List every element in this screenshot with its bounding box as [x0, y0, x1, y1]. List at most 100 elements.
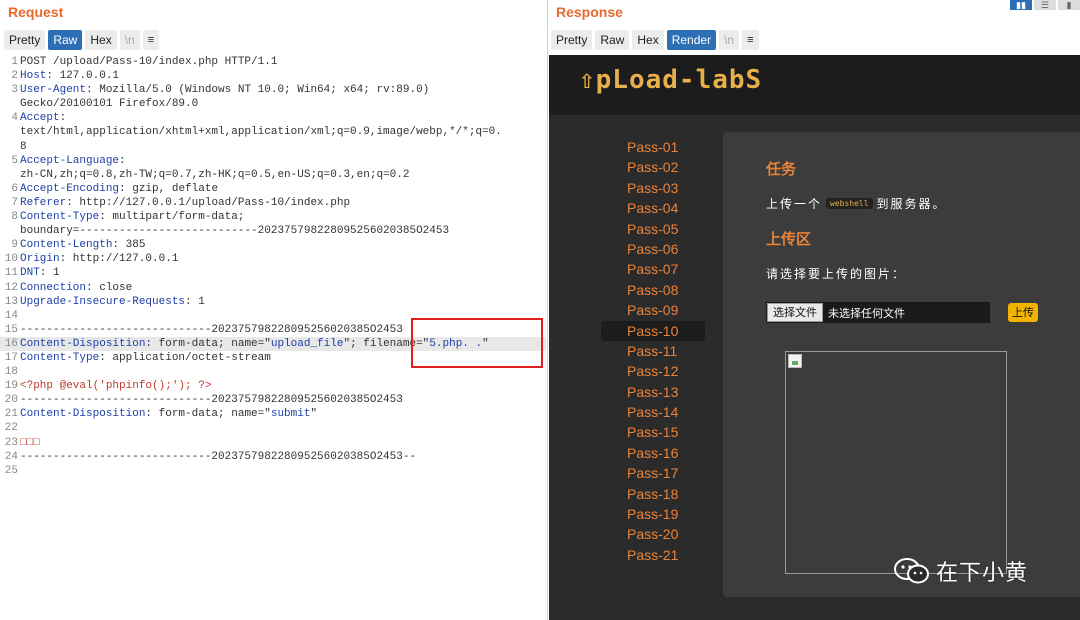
code-token: Origin — [20, 253, 60, 266]
pass-item[interactable]: Pass-01 — [601, 137, 705, 157]
line-text: -----------------------------20237579822… — [20, 393, 403, 407]
content-panel: 任务 上传一个 webshell 到服务器。 上传区 请选择要上传的图片： 选择… — [723, 132, 1080, 597]
horizontal-view-icon[interactable]: ☰ — [1034, 0, 1056, 10]
code-token: □□□ — [20, 436, 40, 449]
code-token: : form-data; name=" — [145, 408, 271, 421]
request-tab-pretty[interactable]: Pretty — [4, 30, 46, 50]
pass-item[interactable]: Pass-08 — [601, 280, 705, 300]
request-tab-menu[interactable]: ≡ — [142, 30, 160, 50]
code-line: 20 -----------------------------202375798… — [0, 393, 546, 407]
line-number: 16 — [4, 337, 18, 350]
line-text: -----------------------------20237579822… — [20, 323, 403, 337]
response-tab-hex[interactable]: Hex — [632, 30, 664, 50]
pass-item[interactable]: Pass-05 — [601, 219, 705, 239]
pass-item[interactable]: Pass-12 — [601, 361, 705, 381]
request-pane: Request Pretty Raw Hex \n ≡ 1 POST /upload/Pa… — [0, 0, 548, 620]
pass-item[interactable]: Pass-09 — [601, 300, 705, 320]
line-number: 22 — [4, 422, 18, 435]
pass-item[interactable]: Pass-20 — [601, 524, 705, 544]
code-token: : multipart/form-data; — [99, 211, 245, 224]
code-line: 6 Accept-Encoding: gzip, deflate — [0, 182, 546, 196]
response-tab-raw[interactable]: Raw — [595, 30, 630, 50]
pass-item[interactable]: Pass-04 — [601, 198, 705, 218]
line-number: 11 — [4, 267, 18, 280]
task-description: 上传一个 webshell 到服务器。 — [766, 195, 947, 212]
line-number — [0, 168, 20, 182]
task-text-before: 上传一个 — [766, 197, 823, 211]
code-line: boundary=---------------------------2023… — [0, 224, 546, 238]
response-tab-render[interactable]: Render — [666, 30, 717, 50]
request-tabbar: Pretty Raw Hex \n ≡ — [4, 30, 160, 50]
split-view-icon[interactable]: ▮▮ — [1010, 0, 1032, 10]
pass-item[interactable]: Pass-10 — [601, 320, 705, 341]
code-token: User-Agent — [20, 84, 87, 97]
pass-item[interactable]: Pass-15 — [601, 422, 705, 442]
code-token: Content-Type — [20, 351, 100, 364]
line-text: boundary=---------------------------2023… — [20, 224, 449, 238]
task-heading: 任务 — [766, 160, 797, 178]
code-line: 7 Referer: http://127.0.0.1/upload/Pass-1… — [0, 196, 546, 210]
code-token: Content-Disposition — [20, 337, 146, 350]
pass-item[interactable]: Pass-14 — [601, 402, 705, 422]
site-logo: ⇧pLoad-labS — [579, 65, 763, 95]
code-token: Accept-Encoding — [20, 182, 120, 195]
code-token: : — [59, 112, 67, 125]
watermark: 在下小黄 — [894, 555, 1028, 587]
line-number: 17 — [4, 351, 18, 364]
code-token: : form-data; name=" — [145, 337, 271, 350]
line-text: text/html,application/xhtml+xml,applicat… — [20, 125, 502, 139]
layout-toggle-group: ▮▮ ☰ ▮ — [1010, 0, 1080, 10]
response-tab-menu[interactable]: ≡ — [742, 30, 759, 50]
task-code-badge: webshell — [826, 198, 873, 209]
line-number: 2 — [11, 70, 18, 83]
pass-item[interactable]: Pass-17 — [601, 463, 705, 483]
code-token: : 1 — [39, 267, 60, 280]
response-tab-newline[interactable]: \n — [719, 30, 740, 50]
code-token: text/html,application/xhtml+xml,applicat… — [20, 126, 502, 139]
code-line: 19 <?php @eval('phpinfo();'); ?> — [0, 379, 546, 393]
render-view: ⇧pLoad-labS Pass-01 Pass-02 Pass-03 Pass-04… — [549, 55, 1080, 620]
pass-item[interactable]: Pass-19 — [601, 504, 705, 524]
highlight-annotation-box — [411, 318, 543, 368]
code-token: Host — [20, 70, 47, 83]
request-tab-raw[interactable]: Raw — [48, 30, 83, 50]
pass-menu: Pass-01 Pass-02 Pass-03 Pass-04 Pass-05 Pass-… — [601, 137, 705, 565]
request-tab-hex[interactable]: Hex — [85, 30, 117, 50]
pass-item[interactable]: Pass-11 — [601, 341, 705, 361]
code-token: upload_file — [270, 337, 344, 350]
code-token: : — [119, 154, 126, 167]
code-token: : application/octet-stream — [99, 351, 271, 364]
pass-item[interactable]: Pass-21 — [601, 545, 705, 565]
pass-item[interactable]: Pass-13 — [601, 382, 705, 402]
single-view-icon[interactable]: ▮ — [1058, 0, 1080, 10]
upload-button[interactable]: 上传 — [1008, 303, 1038, 322]
code-token: Connection — [20, 281, 87, 294]
wechat-icon — [894, 558, 930, 584]
request-tab-newline[interactable]: \n — [119, 30, 140, 50]
code-token: Accept — [20, 112, 60, 125]
code-token: -----------------------------20237579822… — [20, 323, 403, 336]
line-number — [0, 224, 20, 238]
request-editor[interactable]: 1 POST /upload/Pass-10/index.php HTTP/1.1… — [0, 55, 546, 478]
pass-item[interactable]: Pass-03 — [601, 178, 705, 198]
code-token: : gzip, deflate — [119, 182, 219, 195]
code-token: Content-Type — [20, 211, 100, 224]
code-token: " — [310, 408, 318, 421]
code-token: POST /upload/Pass-10/index.php HTTP/1.1 — [20, 56, 278, 68]
choose-file-button[interactable]: 选择文件 — [767, 303, 823, 322]
broken-image-icon — [788, 354, 802, 368]
code-line: 3 User-Agent: Mozilla/5.0 (Windows NT 10.… — [0, 83, 546, 97]
code-line: 4 Accept: — [0, 111, 546, 125]
line-text: Connection: close — [20, 281, 132, 295]
file-input[interactable]: 选择文件 未选择任何文件 — [766, 302, 990, 323]
pass-item[interactable]: Pass-02 — [601, 157, 705, 177]
line-text: Host: 127.0.0.1 — [20, 69, 119, 83]
response-tab-pretty[interactable]: Pretty — [551, 30, 593, 50]
code-token: 8 — [20, 140, 27, 153]
pass-item[interactable]: Pass-07 — [601, 259, 705, 279]
pass-item[interactable]: Pass-18 — [601, 484, 705, 504]
line-text: Referer: http://127.0.0.1/upload/Pass-10… — [20, 196, 350, 210]
pass-item[interactable]: Pass-16 — [601, 443, 705, 463]
pass-item[interactable]: Pass-06 — [601, 239, 705, 259]
code-token: Accept-Language — [20, 154, 120, 167]
